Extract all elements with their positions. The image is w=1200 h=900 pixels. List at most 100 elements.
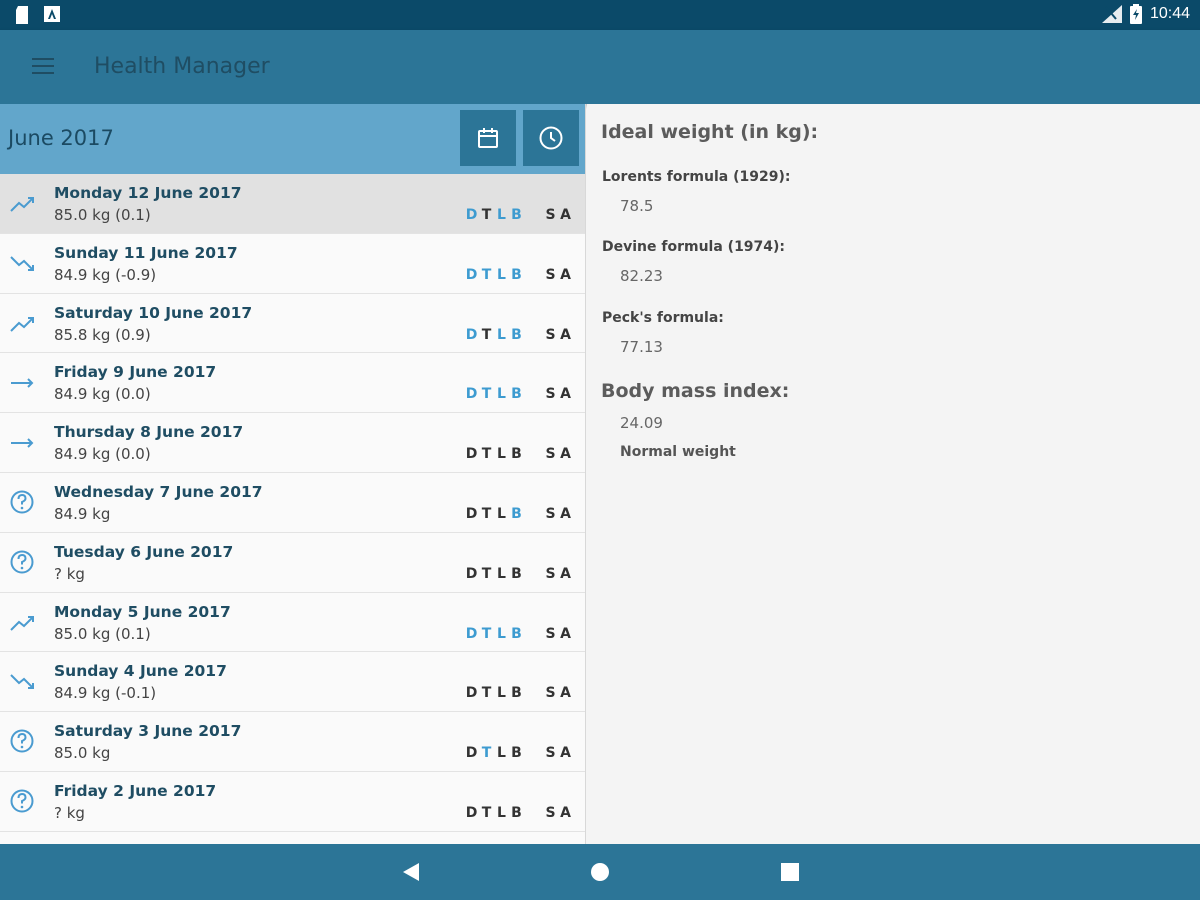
meal-indicators: DTLB SA	[464, 805, 573, 821]
day-row[interactable]: Saturday 10 June 2017 85.8 kg (0.9) D T L B S A	[0, 294, 585, 354]
trending-flat-icon	[10, 432, 36, 454]
day-row[interactable]: Sunday 11 June 2017 84.9 kg (-0.9) D T L B S A	[0, 234, 585, 294]
day-weight: 84.9 kg (0.0)	[54, 385, 151, 404]
meal-letter: T	[481, 446, 492, 463]
meal-letter: B	[511, 386, 522, 403]
meal-indicators: DTLB SA	[464, 626, 573, 642]
trending-down-icon	[10, 253, 36, 275]
lorents-formula-value: 78.5	[620, 197, 654, 215]
day-row[interactable]: Friday 2 June 2017 ? kg D T L B S A	[0, 772, 585, 832]
day-date: Sunday 4 June 2017	[54, 662, 227, 681]
sd-card-icon	[16, 6, 28, 24]
meal-letter: S	[545, 266, 556, 283]
day-weight: 85.0 kg (0.1)	[54, 206, 151, 224]
meal-letter: B	[511, 565, 522, 582]
day-weight: 85.0 kg (0.1)	[54, 624, 151, 643]
navigation-bar	[0, 844, 1200, 900]
app-notification-icon	[44, 6, 60, 22]
recents-button[interactable]	[781, 862, 799, 886]
meal-letter: T	[481, 804, 492, 821]
meal-letter: D	[465, 804, 478, 821]
meal-letter: A	[560, 625, 571, 642]
trending-flat-icon	[10, 372, 36, 394]
meal-letter: L	[497, 565, 506, 582]
day-weight: 85.8 kg (0.9)	[54, 325, 151, 344]
meal-letter: L	[497, 446, 506, 463]
day-weight: 84.9 kg	[54, 504, 111, 523]
meal-letter: T	[481, 565, 492, 582]
meal-letter: L	[497, 505, 506, 522]
meal-indicators: DTLB SA	[464, 386, 573, 402]
meal-letter: L	[497, 745, 506, 762]
meal-letter: T	[481, 266, 492, 283]
status-bar: 10:44	[0, 0, 1200, 30]
day-row[interactable]: Friday 9 June 2017 84.9 kg (0.0) D T L B S A	[0, 353, 585, 414]
meal-letter: D	[465, 446, 478, 463]
meal-indicators: DTLB SA	[464, 327, 573, 343]
ideal-weight-heading: Ideal weight (in kg):	[601, 121, 819, 143]
day-weight: 85.0 kg	[54, 744, 111, 763]
day-date: Tuesday 6 June 2017	[54, 542, 234, 561]
bmi-value: 24.09	[620, 414, 663, 432]
app-title: Health Manager	[94, 54, 270, 79]
day-row[interactable]: Monday 12 June 2017 85.0 kg (0.1) D T L B S A	[0, 174, 585, 234]
back-button[interactable]	[402, 862, 420, 886]
meal-letter: A	[560, 505, 571, 522]
day-date: Friday 9 June 2017	[54, 363, 217, 382]
day-date: Saturday 10 June 2017	[54, 303, 253, 322]
meal-letter: D	[465, 266, 478, 283]
meal-letter: S	[545, 505, 556, 522]
meal-letter: T	[481, 386, 492, 403]
meal-letter: B	[511, 745, 522, 762]
home-button[interactable]	[590, 862, 610, 886]
meal-indicators: DTLB SA	[464, 685, 573, 701]
detail-pane: Ideal weight (in kg): Lorents formula (1…	[587, 104, 1200, 844]
meal-indicators: DTLB SA	[464, 506, 573, 522]
meal-letter: T	[481, 745, 492, 762]
meal-indicators: DTLB SA	[464, 745, 573, 761]
meal-letter: T	[481, 326, 492, 343]
help-circle-icon	[10, 549, 36, 574]
day-weight: 84.9 kg (-0.1)	[54, 684, 157, 703]
trending-up-icon	[10, 313, 36, 335]
meal-letter: S	[545, 207, 556, 223]
meal-letter: D	[465, 386, 478, 403]
meal-letter: B	[511, 207, 522, 223]
meal-letter: D	[465, 565, 478, 582]
meal-letter: D	[465, 326, 478, 343]
day-date: Saturday 3 June 2017	[54, 722, 242, 741]
signal-icon	[1101, 5, 1122, 23]
meal-letter: A	[560, 446, 571, 463]
calendar-icon	[478, 128, 498, 148]
clock-button[interactable]	[523, 110, 579, 166]
recents-square-icon	[781, 863, 799, 881]
calendar-button[interactable]	[460, 110, 516, 166]
devine-formula-label: Devine formula (1974):	[602, 239, 786, 255]
peck-formula-value: 77.13	[620, 338, 663, 356]
day-weight: 84.9 kg (-0.9)	[54, 265, 157, 284]
day-weight: ? kg	[54, 803, 85, 822]
meal-letter: A	[560, 804, 571, 821]
meal-letter: A	[560, 565, 571, 582]
meal-indicators: DTLB SA	[464, 566, 573, 582]
bmi-category: Normal weight	[620, 444, 736, 460]
meal-letter: L	[497, 685, 506, 702]
meal-indicators: DTLB SA	[464, 446, 573, 462]
day-row[interactable]: Thursday 8 June 2017 84.9 kg (0.0) D T L B S A	[0, 413, 585, 473]
day-row[interactable]: Saturday 3 June 2017 85.0 kg D T L B S A	[0, 712, 585, 772]
meal-letter: B	[511, 505, 522, 522]
menu-icon[interactable]	[32, 58, 54, 76]
meal-letter: A	[560, 386, 571, 403]
day-row[interactable]: Tuesday 6 June 2017 ? kg D T L B S A	[0, 533, 585, 593]
day-date: Monday 5 June 2017	[54, 602, 231, 621]
meal-letter: A	[560, 266, 571, 283]
month-label: June 2017	[8, 126, 114, 150]
meal-letter: T	[481, 505, 492, 522]
day-row[interactable]: Sunday 4 June 2017 84.9 kg (-0.1) D T L B S A	[0, 652, 585, 713]
day-date: Thursday 8 June 2017	[54, 423, 244, 442]
meal-letter: S	[545, 446, 556, 463]
day-list-pane: June 2017 Monday 12 June 2017 85.0 kg (0.…	[0, 104, 586, 844]
day-row[interactable]: Monday 5 June 2017 85.0 kg (0.1) D T L B S A	[0, 593, 585, 653]
trending-down-icon	[10, 671, 36, 693]
day-row[interactable]: Wednesday 7 June 2017 84.9 kg D T L B S A	[0, 473, 585, 533]
